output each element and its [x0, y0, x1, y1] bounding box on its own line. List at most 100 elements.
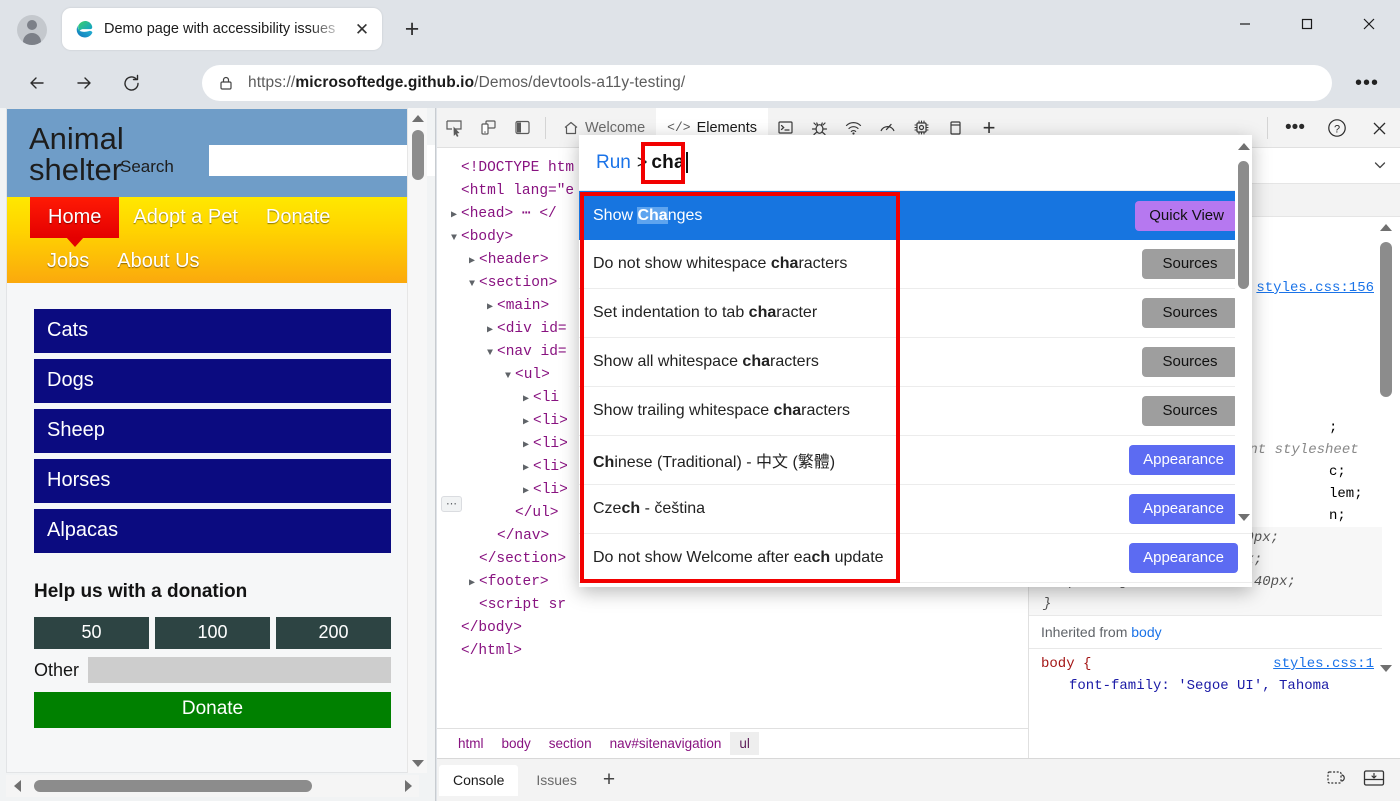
dom-overflow-badge[interactable]: ⋯ [441, 496, 462, 512]
browser-more-icon[interactable]: ••• [1352, 70, 1382, 96]
twisty-expanded-icon[interactable]: ▼ [465, 273, 479, 296]
list-item[interactable]: Dogs [34, 359, 391, 403]
twisty-collapsed-icon[interactable]: ▶ [447, 204, 461, 227]
scroll-down-icon[interactable] [408, 753, 428, 773]
scroll-up-icon[interactable] [408, 108, 428, 128]
search-input[interactable] [209, 145, 436, 176]
other-amount-input[interactable] [88, 657, 391, 683]
drawer-add-icon[interactable]: + [593, 768, 625, 792]
command-category-badge: Sources [1142, 347, 1238, 377]
scroll-right-icon[interactable] [397, 775, 419, 797]
nav-item-jobs[interactable]: Jobs [33, 242, 103, 281]
close-window-icon[interactable] [1338, 0, 1400, 48]
nav-item-home[interactable]: Home [30, 197, 119, 238]
list-item[interactable]: Sheep [34, 409, 391, 453]
nav-item-about[interactable]: About Us [103, 242, 213, 281]
dom-node[interactable]: <script sr [437, 594, 1028, 617]
twisty-collapsed-icon[interactable]: ▶ [519, 388, 533, 411]
breadcrumb-html[interactable]: html [449, 732, 493, 755]
command-palette-input-row[interactable]: Run > cha [579, 135, 1252, 191]
browser-tab[interactable]: Demo page with accessibility issues ✕ [62, 8, 382, 50]
breadcrumb-nav[interactable]: nav#sitenavigation [601, 732, 731, 755]
nav-item-donate[interactable]: Donate [252, 198, 345, 237]
forward-icon[interactable] [65, 64, 103, 102]
help-icon[interactable]: ? [1316, 108, 1358, 148]
css-selector[interactable]: body { [1041, 656, 1091, 672]
donate-button[interactable]: Donate [34, 692, 391, 728]
clear-console-icon[interactable] [1326, 768, 1348, 793]
twisty-collapsed-icon[interactable]: ▶ [519, 411, 533, 434]
twisty-expanded-icon[interactable]: ▼ [501, 365, 515, 388]
animal-list: Cats Dogs Sheep Horses Alpacas [7, 283, 418, 553]
twisty-collapsed-icon[interactable]: ▶ [519, 434, 533, 457]
command-palette-item[interactable]: Czech - češtinaAppearance [579, 485, 1252, 534]
list-item[interactable]: Horses [34, 459, 391, 503]
twisty-collapsed-icon[interactable]: ▶ [519, 457, 533, 480]
scrollbar-thumb[interactable] [1238, 161, 1249, 289]
inspect-element-icon[interactable] [437, 112, 471, 144]
amount-100-button[interactable]: 100 [155, 617, 270, 649]
list-item[interactable]: Cats [34, 309, 391, 353]
command-palette-item[interactable]: Do not show Welcome after each updateApp… [579, 534, 1252, 583]
command-palette-query[interactable]: cha [651, 152, 684, 174]
chevron-down-icon[interactable] [1372, 157, 1388, 178]
twisty-collapsed-icon[interactable]: ▶ [519, 480, 533, 503]
devtools-close-icon[interactable] [1358, 108, 1400, 148]
scrollbar-thumb[interactable] [412, 130, 424, 180]
command-palette-item[interactable]: Chinese (Traditional) - 中文 (繁體)Appearanc… [579, 436, 1252, 485]
twisty-collapsed-icon[interactable]: ▶ [483, 319, 497, 342]
back-icon[interactable] [18, 64, 56, 102]
page-vertical-scrollbar[interactable] [407, 108, 427, 773]
palette-scrollbar[interactable] [1235, 135, 1252, 531]
dock-drawer-icon[interactable] [1362, 768, 1386, 793]
scroll-down-icon[interactable] [1380, 665, 1392, 672]
command-palette-results[interactable]: Show ChangesQuick ViewDo not show whites… [579, 191, 1252, 587]
dom-node[interactable]: </body> [437, 617, 1028, 640]
command-palette-item[interactable]: Set indentation to tab characterSources [579, 289, 1252, 338]
reload-icon[interactable] [112, 64, 150, 102]
twisty-collapsed-icon[interactable]: ▶ [465, 250, 479, 273]
breadcrumb-body[interactable]: body [493, 732, 540, 755]
scrollbar-thumb[interactable] [1380, 242, 1392, 397]
maximize-icon[interactable] [1276, 0, 1338, 48]
page-horizontal-scrollbar[interactable] [6, 775, 419, 797]
scrollbar-thumb[interactable] [34, 780, 312, 792]
twisty-placeholder [447, 181, 461, 204]
twisty-expanded-icon[interactable]: ▼ [447, 227, 461, 250]
scroll-down-icon[interactable] [1238, 514, 1250, 521]
twisty-expanded-icon[interactable]: ▼ [483, 342, 497, 365]
breadcrumb-section[interactable]: section [540, 732, 601, 755]
twisty-collapsed-icon[interactable]: ▶ [483, 296, 497, 319]
scroll-up-icon[interactable] [1238, 143, 1250, 150]
command-palette-item[interactable]: Show trailing whitespace charactersSourc… [579, 387, 1252, 436]
nav-item-adopt[interactable]: Adopt a Pet [119, 198, 252, 237]
command-category-badge: Sources [1142, 396, 1238, 426]
command-palette-item[interactable]: Show all whitespace charactersSources [579, 338, 1252, 387]
inherited-source[interactable]: body [1131, 624, 1161, 640]
drawer-tab-console[interactable]: Console [439, 765, 518, 796]
scroll-up-icon[interactable] [1380, 224, 1392, 231]
twisty-collapsed-icon[interactable]: ▶ [465, 572, 479, 595]
styles-scrollbar[interactable] [1378, 220, 1394, 720]
device-emulation-icon[interactable] [471, 112, 505, 144]
amount-50-button[interactable]: 50 [34, 617, 149, 649]
command-palette-item[interactable]: Show ChangesQuick View [579, 191, 1252, 240]
list-item[interactable]: Alpacas [34, 509, 391, 553]
close-icon[interactable]: ✕ [348, 15, 376, 43]
profile-button[interactable] [12, 10, 52, 50]
minimize-icon[interactable] [1214, 0, 1276, 48]
drawer-tab-issues[interactable]: Issues [522, 765, 590, 796]
command-palette[interactable]: Run > cha Show ChangesQuick ViewDo not s… [579, 135, 1252, 587]
devtools-more-icon[interactable]: ••• [1274, 108, 1316, 148]
breadcrumb-ul[interactable]: ul [730, 732, 759, 755]
css-source-link[interactable]: styles.css:1 [1273, 653, 1374, 675]
scroll-left-icon[interactable] [6, 775, 28, 797]
command-palette-item[interactable]: Do not show whitespace charactersSources [579, 240, 1252, 289]
address-bar[interactable]: https://microsoftedge.github.io/Demos/de… [202, 65, 1332, 101]
amount-200-button[interactable]: 200 [276, 617, 391, 649]
css-declaration[interactable]: font-family: 'Segoe UI', Tahoma [1029, 675, 1382, 697]
dom-node[interactable]: </html> [437, 640, 1028, 663]
dom-node-text: <nav id= [497, 344, 567, 360]
dock-side-icon[interactable] [505, 112, 539, 144]
new-tab-button[interactable]: + [394, 14, 430, 44]
